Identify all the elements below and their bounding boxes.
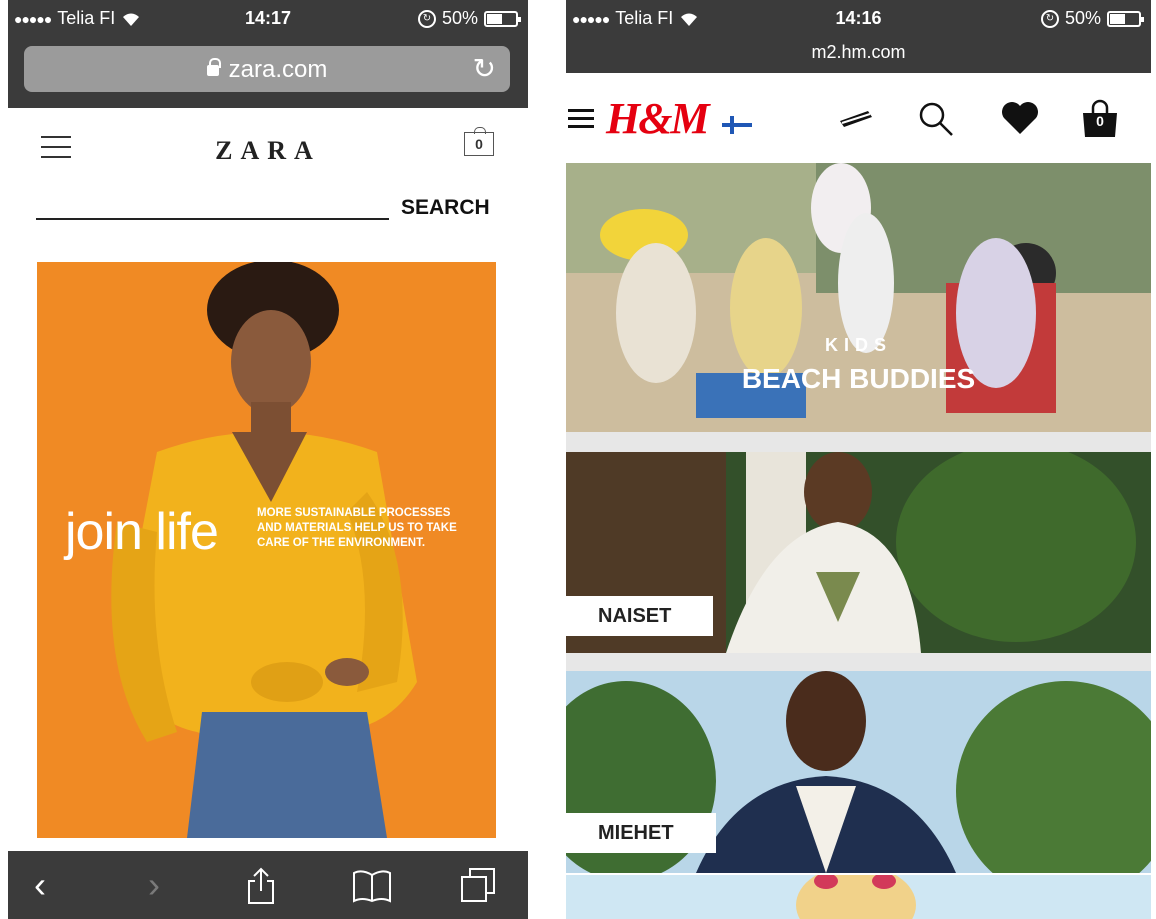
battery-icon xyxy=(484,10,521,27)
hm-logo[interactable]: H&M xyxy=(606,93,710,144)
browser-toolbar: ‹ › xyxy=(8,851,528,919)
rotation-lock-icon: ↻ xyxy=(417,9,436,28)
browser-chrome: ●●●●● Telia FI 14:17 ↻ 50% zara.com ↻ xyxy=(8,0,528,108)
divider xyxy=(566,653,1151,671)
status-bar: ●●●●● Telia FI 14:17 ↻ 50% xyxy=(8,0,528,40)
reload-icon[interactable]: ↻ xyxy=(473,52,496,85)
search-button[interactable]: SEARCH xyxy=(401,196,490,220)
bookmarks-icon[interactable] xyxy=(352,869,392,903)
women-banner[interactable]: NAISET xyxy=(566,452,1151,653)
next-banner[interactable] xyxy=(566,875,1151,919)
site-header: H&M 0 xyxy=(566,73,1151,163)
battery-icon xyxy=(1107,10,1144,27)
card-icon[interactable] xyxy=(838,109,874,129)
shopping-bag-icon[interactable]: 0 xyxy=(464,127,494,156)
join-life-title: join life xyxy=(65,503,219,561)
site-header: ZARA 0 xyxy=(8,108,528,188)
men-banner[interactable]: MIEHET xyxy=(566,671,1151,873)
back-icon[interactable]: ‹ xyxy=(34,865,46,905)
bag-count: 0 xyxy=(1096,113,1104,129)
men-label[interactable]: MIEHET xyxy=(566,813,716,853)
rotation-lock-icon: ↻ xyxy=(1040,9,1059,28)
share-icon[interactable] xyxy=(246,867,276,905)
forward-icon[interactable]: › xyxy=(148,865,160,905)
tabs-icon[interactable] xyxy=(460,865,496,903)
search-icon[interactable] xyxy=(918,101,954,137)
url-text: zara.com xyxy=(228,56,328,83)
beach-buddies-title: BEACH BUDDIES xyxy=(741,363,976,394)
status-bar: ●●●●● Telia FI 14:16 ↻ 50% xyxy=(566,0,1151,40)
hero-banner[interactable]: join life MORE SUSTAINABLE PROCESSES AND… xyxy=(37,262,496,838)
url-text[interactable]: m2.hm.com xyxy=(566,42,1151,63)
battery-percent: 50% xyxy=(1064,8,1101,28)
kids-label: KIDS xyxy=(824,335,892,355)
hero-tagline: MORE SUSTAINABLE PROCESSES AND MATERIALS… xyxy=(257,507,457,549)
next-photo xyxy=(566,875,1151,919)
divider xyxy=(566,432,1151,452)
hm-phone-screen: ●●●●● Telia FI 14:16 ↻ 50% m2.hm.com H&M xyxy=(566,0,1151,919)
battery-percent: 50% xyxy=(441,8,478,28)
browser-chrome: ●●●●● Telia FI 14:16 ↻ 50% m2.hm.com xyxy=(566,0,1151,73)
zara-phone-screen: ●●●●● Telia FI 14:17 ↻ 50% zara.com ↻ ZA… xyxy=(8,0,528,919)
lock-icon xyxy=(206,58,221,76)
women-label[interactable]: NAISET xyxy=(566,596,713,636)
finland-flag-icon[interactable] xyxy=(722,116,752,134)
heart-icon[interactable] xyxy=(1000,101,1040,135)
address-bar[interactable]: zara.com ↻ xyxy=(24,46,510,92)
zara-logo[interactable]: ZARA xyxy=(8,136,528,166)
menu-icon[interactable] xyxy=(568,109,594,128)
kids-banner[interactable]: KIDS BEACH BUDDIES xyxy=(566,163,1151,432)
search-input[interactable] xyxy=(36,218,389,220)
